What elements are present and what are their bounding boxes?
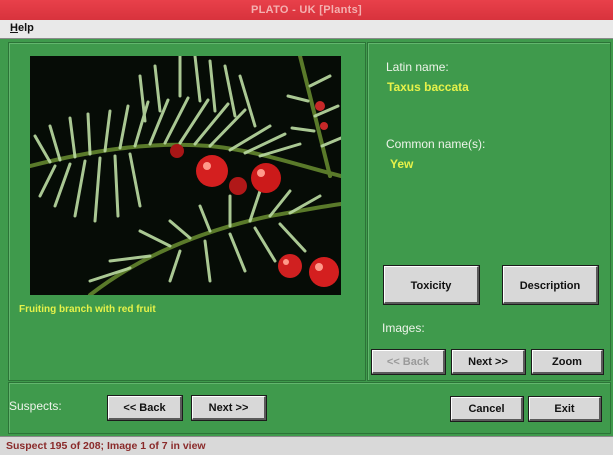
suspects-next-button[interactable]: Next >> (191, 395, 267, 421)
zoom-label: Zoom (552, 356, 582, 368)
description-button-label: Description (519, 280, 581, 292)
images-next-button[interactable]: Next >> (451, 349, 526, 375)
plant-image (30, 56, 341, 295)
toxicity-button-label: Toxicity (410, 280, 452, 292)
zoom-button[interactable]: Zoom (531, 349, 604, 375)
menu-help[interactable]: Help (10, 22, 34, 34)
menu-help-rest: elp (17, 22, 34, 34)
photo-caption: Fruiting branch with red fruit (19, 304, 156, 315)
status-text: Suspect 195 of 208; Image 1 of 7 in view (6, 440, 206, 452)
status-bar: Suspect 195 of 208; Image 1 of 7 in view (0, 436, 613, 455)
menu-bar: Help (0, 20, 613, 39)
suspects-back-label: << Back (123, 402, 166, 414)
common-name-label: Common name(s): (386, 137, 486, 151)
suspects-next-label: Next >> (208, 402, 249, 414)
latin-name-label: Latin name: (386, 60, 449, 74)
images-back-button[interactable]: << Back (371, 349, 446, 375)
description-button[interactable]: Description (502, 265, 599, 305)
common-name-value: Yew (390, 157, 414, 171)
app-window: PLATO - UK [Plants] Help Fruiting branch… (0, 0, 613, 455)
images-label: Images: (382, 321, 425, 335)
cancel-button[interactable]: Cancel (450, 396, 524, 422)
exit-button[interactable]: Exit (528, 396, 602, 422)
exit-label: Exit (554, 403, 575, 415)
title-bar: PLATO - UK [Plants] (0, 0, 613, 20)
suspects-back-button[interactable]: << Back (107, 395, 183, 421)
images-next-label: Next >> (468, 356, 508, 368)
images-back-label: << Back (386, 356, 430, 368)
toxicity-button[interactable]: Toxicity (383, 265, 480, 305)
cancel-label: Cancel (468, 403, 505, 415)
yew-branch-photo (30, 56, 341, 295)
latin-name-value: Taxus baccata (387, 80, 469, 94)
menu-help-mnemonic: H (10, 22, 18, 34)
window-title: PLATO - UK [Plants] (250, 4, 363, 16)
suspects-label: Suspects: (9, 399, 62, 413)
